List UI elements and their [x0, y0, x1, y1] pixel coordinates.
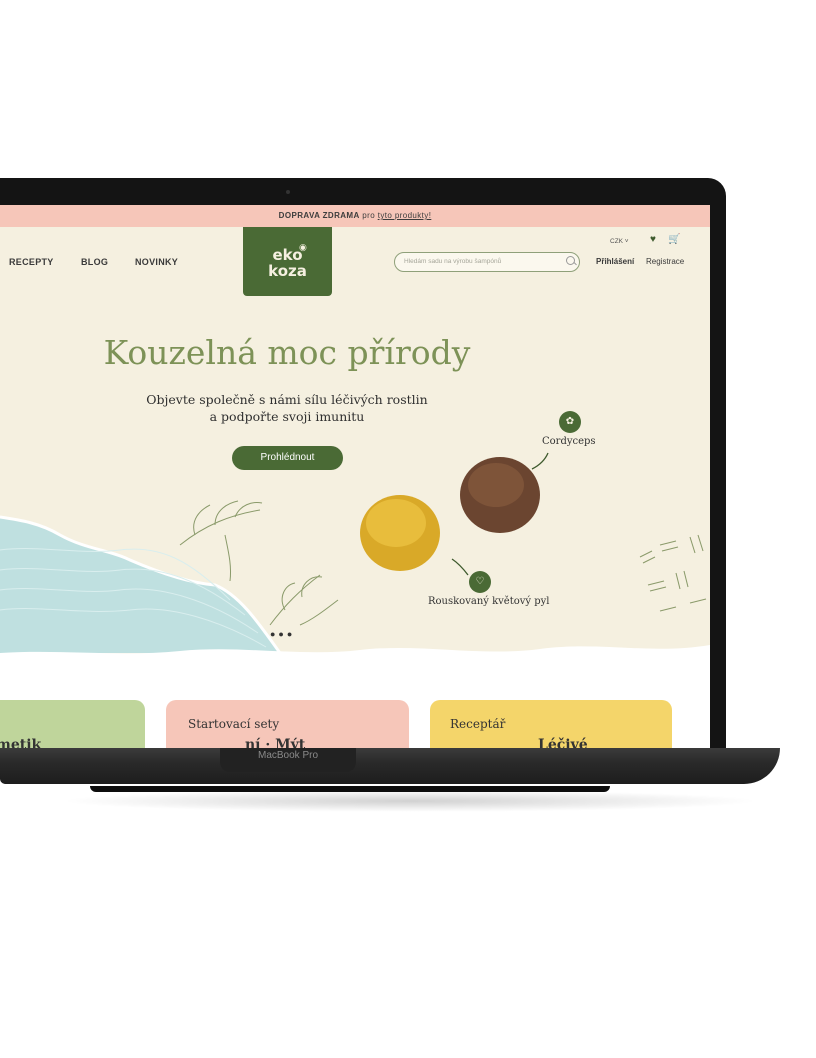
carousel-dots[interactable]: ●●● [270, 629, 295, 639]
hero-background [0, 227, 710, 748]
login-link[interactable]: Přihlášení [596, 257, 634, 266]
card-sub-receptar: Léčivé [538, 737, 588, 748]
announcement-middle: pro [359, 211, 378, 220]
laptop-base [0, 748, 780, 784]
logo-line1: eko [272, 246, 303, 264]
announcement-link[interactable]: tyto produkty! [378, 211, 432, 220]
heart-pulse-icon: ♡ [475, 576, 485, 587]
heart-icon[interactable]: ♥ [650, 234, 656, 245]
card-title-receptar[interactable]: Receptář [450, 717, 505, 731]
mushroom-icon: ✿ [565, 416, 575, 427]
logo[interactable]: eko koza ◉ [243, 227, 332, 296]
label-cordyceps: Cordyceps [542, 436, 596, 447]
register-link[interactable]: Registrace [646, 257, 684, 266]
device-label: MacBook Pro [257, 750, 319, 761]
announcement-bar: DOPRAVA ZDRAMA pro tyto produkty! [0, 205, 710, 227]
hero-subtitle-line1: Objevte společně s námi sílu léčivých ro… [146, 392, 428, 407]
camera [286, 190, 290, 194]
browse-button[interactable]: Prohlédnout [232, 446, 343, 470]
hero-subtitle: Objevte společně s námi sílu léčivých ro… [140, 391, 434, 425]
nav-item-novinky[interactable]: NOVINKY [135, 257, 178, 267]
nav-item-blog[interactable]: BLOG [81, 257, 108, 267]
nav-item-recepty[interactable]: RECEPTY [9, 257, 54, 267]
website-screen: DOPRAVA ZDRAMA pro tyto produkty! RECEPT… [0, 205, 710, 748]
goat-icon: ◉ [299, 243, 307, 253]
laptop-foot [90, 786, 610, 792]
laptop-shadow [60, 790, 760, 812]
announcement-bold: DOPRAVA ZDRAMA [278, 211, 360, 220]
search-icon[interactable] [566, 256, 575, 265]
label-pyl: Rouskovaný květový pyl [428, 596, 550, 607]
hero-subtitle-line2: a podpořte svoji imunitu [209, 409, 365, 424]
card-title-sety[interactable]: Startovací sety [188, 717, 279, 731]
currency-selector[interactable]: CZK ˅ [610, 238, 629, 245]
search-input[interactable]: Hledám sadu na výrobu šampónů [394, 252, 580, 272]
cart-icon[interactable]: 🛒 [668, 234, 680, 245]
cordyceps-badge: ✿ [559, 411, 581, 433]
card-sub-kosmetika: metik [0, 737, 42, 748]
pyl-badge: ♡ [469, 571, 491, 593]
card-sub-sety: ní · Mýt [245, 737, 306, 748]
currency-label: CZK [610, 238, 623, 245]
logo-line2: koza [268, 262, 307, 280]
hero-title: Kouzelná moc přírody [103, 333, 471, 372]
